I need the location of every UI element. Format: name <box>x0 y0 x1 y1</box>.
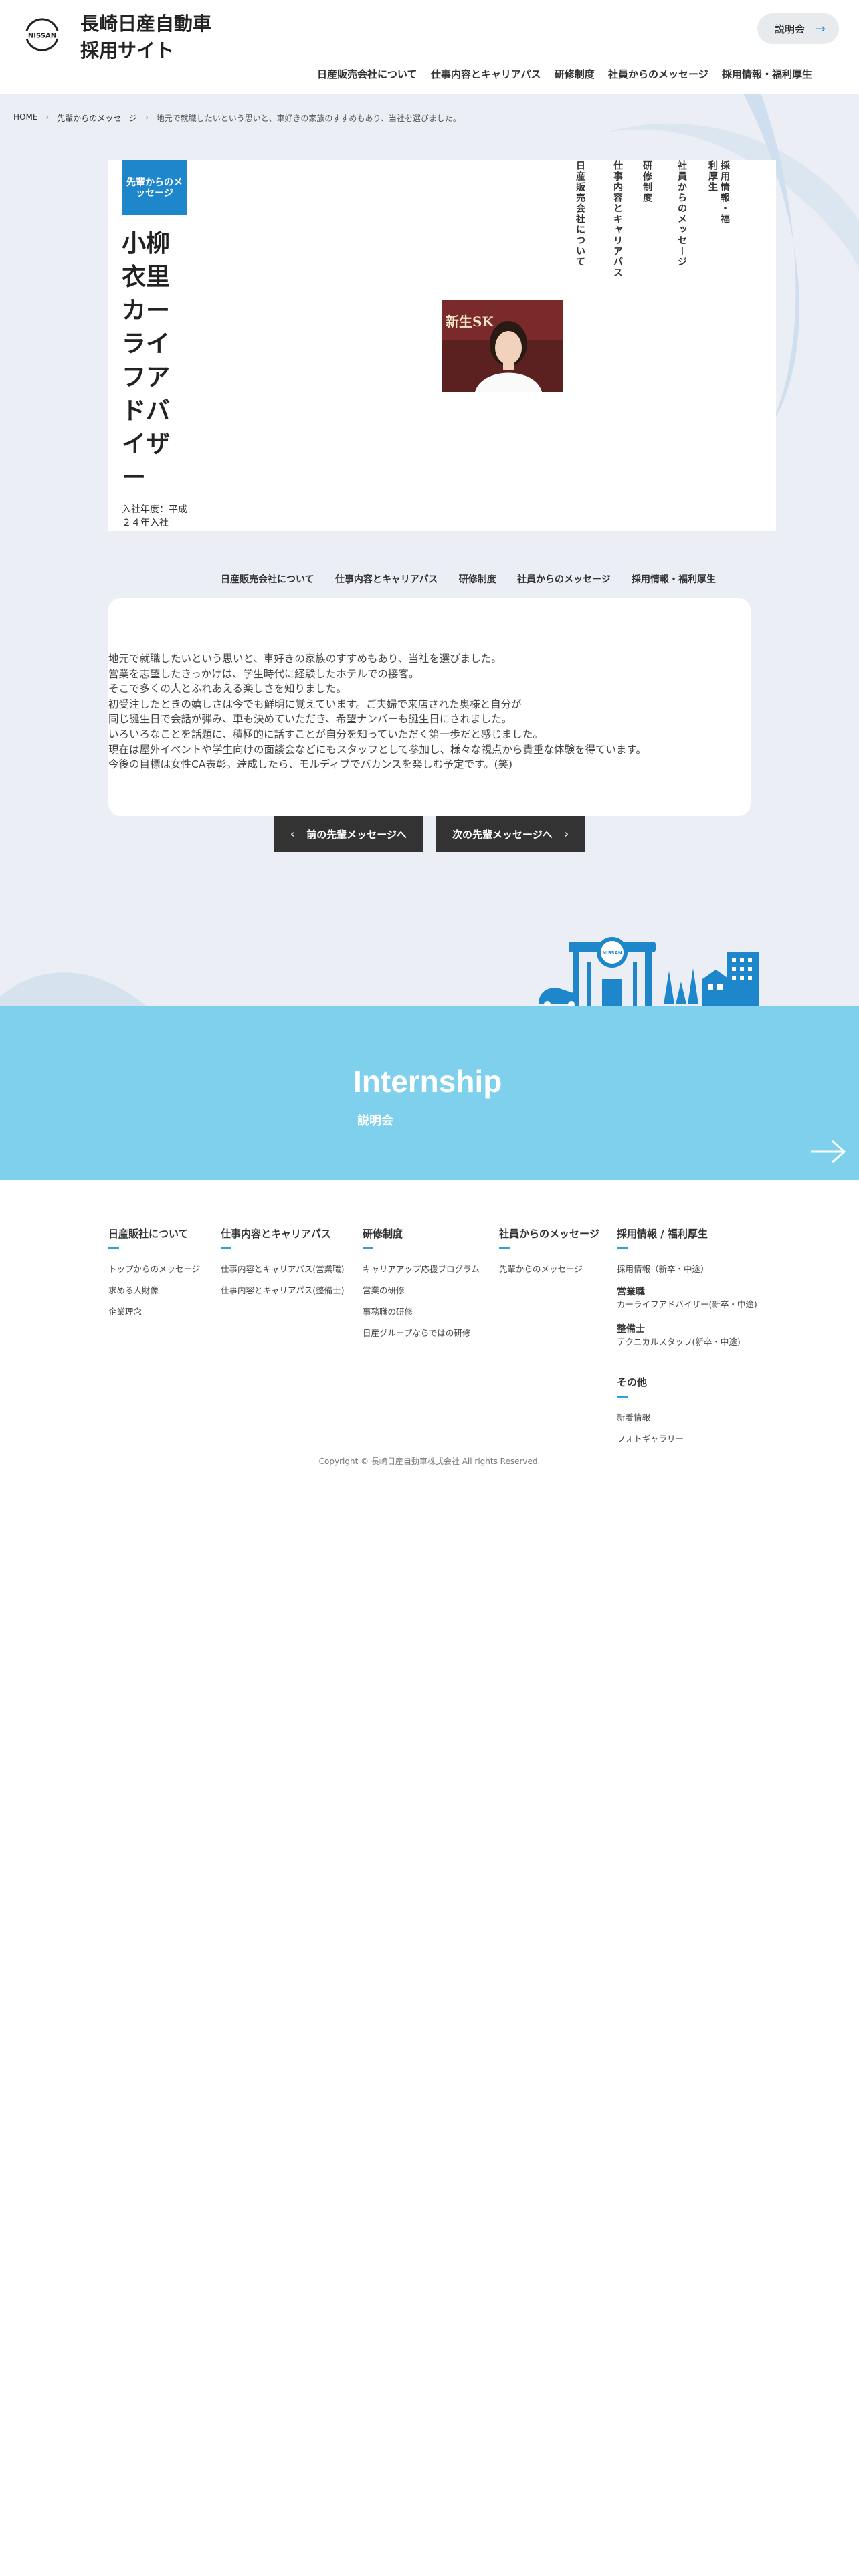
logo-text: NISSAN <box>28 33 56 40</box>
card-nav-company[interactable]: 日産販売会社について <box>574 160 586 267</box>
nav-item-recruit[interactable]: 採用情報・福利厚生 <box>722 67 812 87</box>
nav-item-career[interactable]: 仕事内容とキャリアパス <box>431 67 541 87</box>
internship-subtitle: 説明会 <box>357 1114 393 1128</box>
footer-col-career: 仕事内容とキャリアパス 仕事内容とキャリアパス(営業職) 仕事内容とキャリアパス… <box>221 1226 345 1301</box>
footer-link[interactable]: 事務職の研修 <box>363 1301 480 1323</box>
section-nav-training[interactable]: 研修制度 <box>459 572 496 586</box>
dealership-illustration: NISSAN <box>539 935 760 1008</box>
setsumeikai-button[interactable]: 説明会 → <box>757 13 839 44</box>
footer-heading[interactable]: 日産販社について <box>108 1226 200 1241</box>
site-title[interactable]: 長崎日産自動車 採用サイト <box>80 11 254 64</box>
message-line: そこで多くの人とふれあえる楽しさを知りました。 <box>108 683 347 695</box>
footer-heading[interactable]: 仕事内容とキャリアパス <box>221 1226 345 1241</box>
footer-heading[interactable]: 採用情報 / 福利厚生 <box>617 1226 757 1241</box>
join-year: 入社年度：平成２４年入社 <box>122 504 187 528</box>
footer-link[interactable]: テクニカルスタッフ(新卒・中途) <box>617 1336 757 1348</box>
internship-title[interactable]: Internship <box>353 1063 502 1099</box>
nav-item-company[interactable]: 日産販売会社について <box>317 67 417 87</box>
footer-link[interactable]: 営業の研修 <box>363 1280 480 1301</box>
section-nav-message[interactable]: 社員からのメッセージ <box>517 572 611 586</box>
footer-accent-bar <box>617 1396 628 1398</box>
section-nav: 日産販売会社について 仕事内容とキャリアパス 研修制度 社員からのメッセージ 採… <box>221 572 716 586</box>
section-nav-recruit[interactable]: 採用情報・福利厚生 <box>632 572 716 586</box>
card-nav-training[interactable]: 研修制度 <box>641 160 653 203</box>
arrow-right-icon[interactable] <box>809 1137 847 1166</box>
footer-link[interactable]: カーライフアドバイザー(新卒・中途) <box>617 1299 757 1311</box>
breadcrumb-messages[interactable]: 先輩からのメッセージ <box>57 112 137 124</box>
breadcrumb: HOME › 先輩からのメッセージ › 地元で就職したいという思いと、車好きの家… <box>13 112 461 124</box>
footer-col-training: 研修制度 キャリアアップ応援プログラム 営業の研修 事務職の研修 日産グループな… <box>363 1226 480 1344</box>
setsumeikai-label: 説明会 <box>775 23 805 35</box>
footer-link[interactable]: 新着情報 <box>617 1407 757 1428</box>
footer-link[interactable]: トップからのメッセージ <box>108 1259 200 1280</box>
message-line: いろいろなことを話題に、積極的に話すことが自分を知っていただく第一歩だと感じまし… <box>108 728 543 740</box>
photo-sign-text: 新生SK <box>446 314 494 330</box>
footer-link[interactable]: 仕事内容とキャリアパス(営業職) <box>221 1259 345 1280</box>
footer-link[interactable]: 日産グループならではの研修 <box>363 1323 480 1344</box>
message-line: 地元で就職したいという思いと、車好きの家族のすすめもあり、当社を選びました。 <box>108 653 502 665</box>
staff-photo: 新生SK <box>442 300 563 392</box>
footer-accent-bar <box>499 1247 510 1249</box>
nav-item-message[interactable]: 社員からのメッセージ <box>608 67 708 87</box>
footer-link[interactable]: 求める人財像 <box>108 1280 200 1301</box>
message-line: 現在は屋外イベントや学生向けの面談会などにもスタッフとして参加し、様々な視点から… <box>108 743 646 756</box>
message-line: 同じ誕生日で会話が弾み、車も決めていただき、希望ナンバーも誕生日にされました。 <box>108 713 512 726</box>
section-nav-career[interactable]: 仕事内容とキャリアパス <box>335 572 438 586</box>
category-badge: 先輩からのメッセージ <box>122 160 187 215</box>
card-nav-career[interactable]: 仕事内容とキャリアパス <box>611 160 624 278</box>
footer-col-recruit: 採用情報 / 福利厚生 採用情報（新卒・中途） 営業職 カーライフアドバイザー(… <box>617 1226 757 1450</box>
section-nav-company[interactable]: 日産販売会社について <box>221 572 314 586</box>
footer-link[interactable]: 先輩からのメッセージ <box>499 1259 599 1280</box>
message-line: 今後の目標は女性CA表彰。達成したら、モルディブでバカンスを楽しむ予定です。(笑… <box>108 758 513 771</box>
footer-link[interactable]: 企業理念 <box>108 1301 200 1323</box>
arrow-right-icon: → <box>815 22 826 36</box>
sign-text: NISSAN <box>602 950 622 956</box>
chevron-right-icon: › <box>145 112 149 122</box>
next-message-button[interactable]: 次の先輩メッセージへ › <box>436 816 585 852</box>
footer-heading[interactable]: 研修制度 <box>363 1226 480 1241</box>
card-nav-message[interactable]: 社員からのメッセージ <box>676 160 688 267</box>
footer-col-company: 日産販社について トップからのメッセージ 求める人財像 企業理念 <box>108 1226 200 1323</box>
footer-link[interactable]: キャリアアップ応援プログラム <box>363 1259 480 1280</box>
footer-link[interactable]: フォトギャラリー <box>617 1428 757 1450</box>
message-line: 初受注したときの嬉しさは今でも鮮明に覚えています。ご夫婦で来店された奥様と自分が <box>108 697 522 710</box>
breadcrumb-home[interactable]: HOME <box>13 112 37 124</box>
footer-col-message: 社員からのメッセージ 先輩からのメッセージ <box>499 1226 599 1280</box>
global-nav: 日産販売会社について 仕事内容とキャリアパス 研修制度 社員からのメッセージ 採… <box>317 67 812 87</box>
footer-accent-bar <box>363 1247 373 1249</box>
breadcrumb-current: 地元で就職したいという思いと、車好きの家族のすすめもあり、当社を選びました。 <box>156 114 461 123</box>
footer-heading[interactable]: 社員からのメッセージ <box>499 1226 599 1241</box>
footer-heading-other: その他 <box>617 1376 648 1388</box>
copyright: Copyright © 長崎日産自動車株式会社 All rights Reser… <box>318 1457 541 1466</box>
nav-item-training[interactable]: 研修制度 <box>555 67 595 87</box>
next-message-label: 次の先輩メッセージへ <box>452 828 553 841</box>
chevron-left-icon: ‹ <box>290 828 295 840</box>
prev-message-label: 前の先輩メッセージへ <box>306 828 407 841</box>
message-text: 地元で就職したいという思いと、車好きの家族のすすめもあり、当社を選びました。 営… <box>108 651 751 772</box>
footer-accent-bar <box>617 1247 628 1249</box>
footer-group-title: 整備士 <box>617 1324 645 1335</box>
staff-name: 小柳衣里カーライフアドバイザー <box>122 230 171 492</box>
footer-accent-bar <box>221 1247 231 1249</box>
footer-link[interactable]: 仕事内容とキャリアパス(整備士) <box>221 1280 345 1301</box>
footer-link[interactable]: 採用情報（新卒・中途） <box>617 1259 757 1280</box>
footer-accent-bar <box>108 1247 119 1249</box>
message-line: 営業を志望したきっかけは、学生時代に経験したホテルでの接客。 <box>108 667 419 680</box>
prev-message-button[interactable]: ‹ 前の先輩メッセージへ <box>274 816 423 852</box>
card-nav-recruit[interactable]: 採用情報・福利厚生 <box>706 160 731 225</box>
chevron-right-icon: › <box>45 112 50 122</box>
footer-group-title: 営業職 <box>617 1287 645 1297</box>
chevron-right-icon: › <box>564 828 569 840</box>
nissan-logo[interactable]: NISSAN <box>19 15 66 55</box>
